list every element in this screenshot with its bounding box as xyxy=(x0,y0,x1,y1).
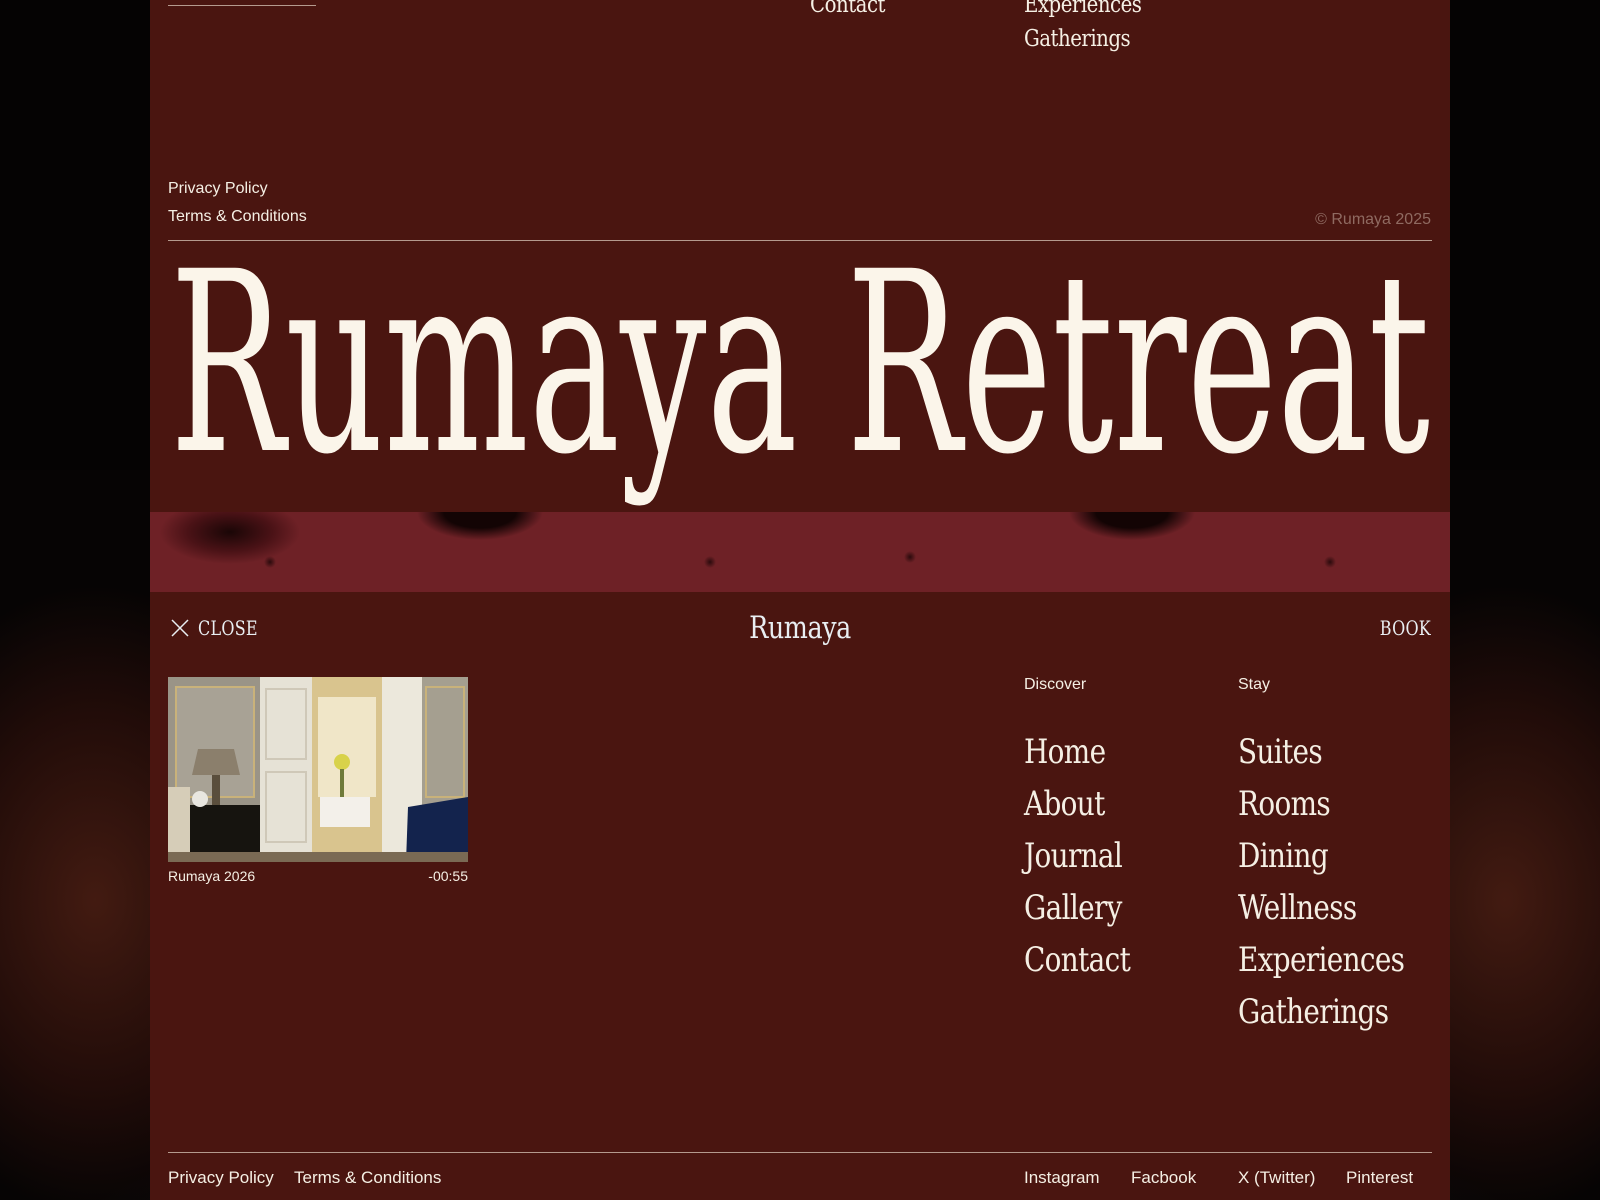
footer-privacy-link[interactable]: Privacy Policy xyxy=(168,180,268,198)
menu-link-rooms[interactable]: Rooms xyxy=(1238,778,1404,830)
menu-link-experiences[interactable]: Experiences xyxy=(1238,934,1405,986)
discover-heading: Discover xyxy=(1024,676,1087,693)
menu-link-dining[interactable]: Dining xyxy=(1238,830,1404,882)
brand-wordmark: Rumaya Retreat xyxy=(170,218,1430,509)
site-footer: Contact Experiences Gatherings Privacy P… xyxy=(150,0,1450,512)
brand-wordmark-text: Rumaya Retreat xyxy=(170,218,1430,509)
footer-link-gatherings[interactable]: Gatherings xyxy=(1024,26,1131,52)
video-thumbnail[interactable] xyxy=(168,677,468,862)
menu-link-journal[interactable]: Journal xyxy=(1024,830,1130,882)
social-link-x-twitter[interactable]: X (Twitter) xyxy=(1238,1168,1315,1188)
social-link-instagram[interactable]: Instagram xyxy=(1024,1168,1100,1188)
social-link-facebook[interactable]: Facbook xyxy=(1131,1168,1196,1188)
menu-privacy-link[interactable]: Privacy Policy xyxy=(168,1168,274,1188)
tufted-upholstery-image xyxy=(150,512,1450,592)
menu-link-about[interactable]: About xyxy=(1024,778,1130,830)
social-link-pinterest[interactable]: Pinterest xyxy=(1346,1168,1413,1188)
menu-terms-link[interactable]: Terms & Conditions xyxy=(294,1168,441,1188)
menu-logo[interactable]: Rumaya xyxy=(749,610,851,646)
video-time-remaining: -00:55 xyxy=(428,868,468,884)
close-label: CLOSE xyxy=(198,616,258,640)
stay-heading: Stay xyxy=(1238,676,1271,693)
footer-link-contact[interactable]: Contact xyxy=(810,0,885,18)
menu-link-contact[interactable]: Contact xyxy=(1024,934,1131,986)
menu-link-gatherings[interactable]: Gatherings xyxy=(1238,986,1404,1038)
navigation-menu-overlay: CLOSE Rumaya BOOK Rumaya 2026 -00:55 Dis… xyxy=(150,592,1450,1200)
menu-link-wellness[interactable]: Wellness xyxy=(1238,882,1404,934)
menu-link-home[interactable]: Home xyxy=(1024,726,1130,778)
room-interior-image xyxy=(168,677,468,862)
page: Contact Experiences Gatherings Privacy P… xyxy=(0,0,1600,1200)
stay-column: Stay Suites Rooms Dining Wellness Experi… xyxy=(1238,676,1441,1038)
menu-link-gallery[interactable]: Gallery xyxy=(1024,882,1130,934)
menu-divider xyxy=(168,1152,1432,1153)
footer-link-experiences[interactable]: Experiences xyxy=(1024,0,1142,18)
book-button[interactable]: BOOK xyxy=(1380,616,1431,640)
close-menu-button[interactable]: CLOSE xyxy=(170,616,273,640)
footer-input-underline xyxy=(168,5,316,6)
discover-column: Discover Home About Journal Gallery Cont… xyxy=(1024,676,1153,986)
close-icon xyxy=(171,619,189,637)
menu-link-suites[interactable]: Suites xyxy=(1238,726,1404,778)
